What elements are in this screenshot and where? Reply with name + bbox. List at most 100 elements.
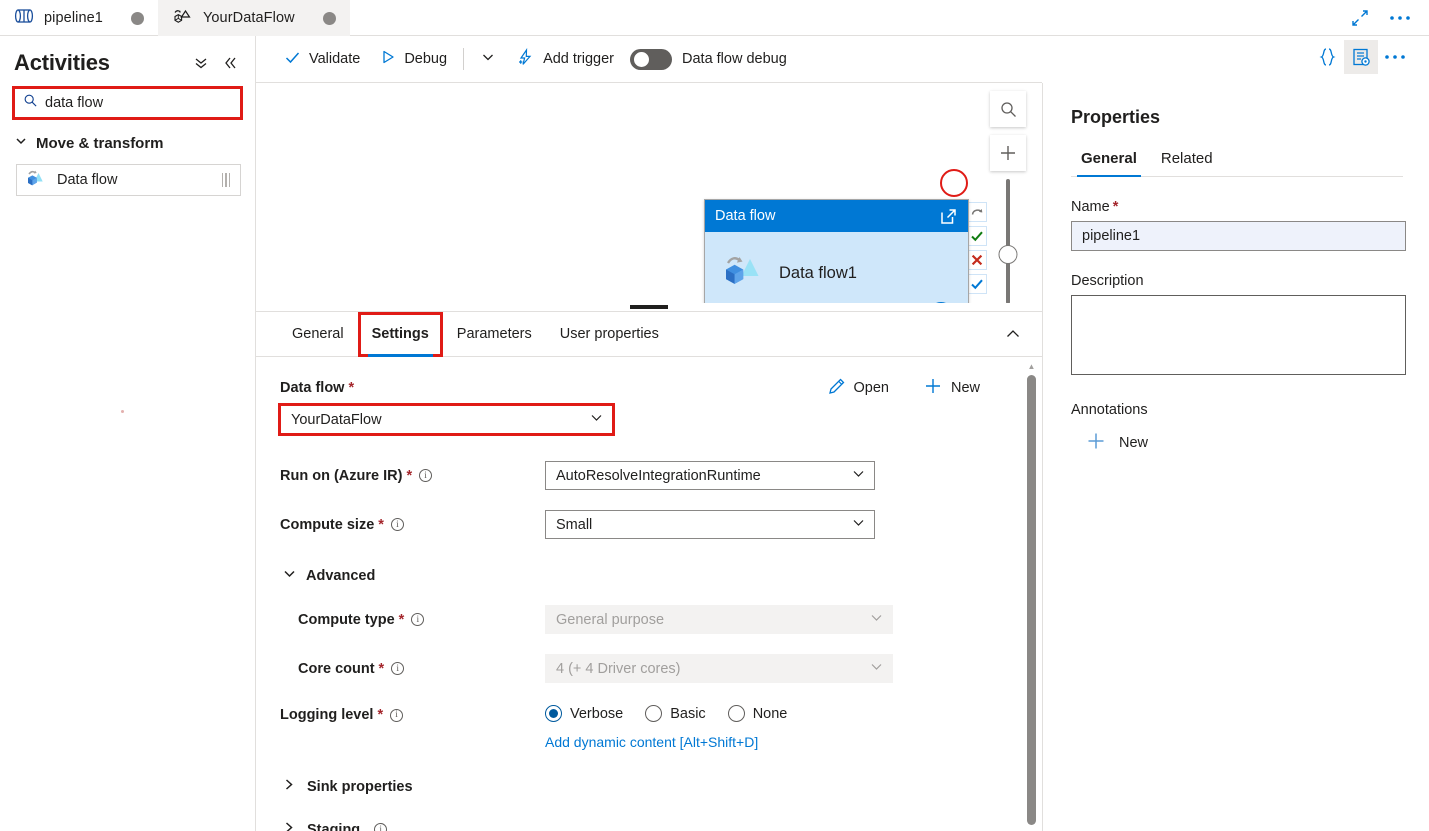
properties-tab-related[interactable]: Related xyxy=(1151,150,1223,176)
properties-panel-icon[interactable] xyxy=(1344,40,1378,74)
completion-icon[interactable] xyxy=(967,274,987,294)
tab-settings[interactable]: Settings xyxy=(358,312,443,357)
run-on-value: AutoResolveIntegrationRuntime xyxy=(556,468,761,484)
info-icon[interactable]: i xyxy=(411,613,424,626)
annotations-label: Annotations xyxy=(1071,402,1403,418)
settings-scrollbar[interactable]: ▲ xyxy=(1027,367,1036,825)
tab-unsaved-dot[interactable] xyxy=(131,12,144,25)
success-icon[interactable] xyxy=(967,226,987,246)
double-chevron-left-icon[interactable] xyxy=(221,53,241,73)
info-icon[interactable]: i xyxy=(419,469,432,482)
staging-toggle[interactable]: Staging i xyxy=(282,820,1042,831)
info-icon[interactable]: i xyxy=(391,518,404,531)
canvas-toolbar: Validate Debug xyxy=(256,36,1042,83)
chevron-down-icon xyxy=(589,410,604,429)
compute-size-label-text: Compute size xyxy=(280,517,374,533)
scrollbar-thumb[interactable] xyxy=(1027,375,1036,825)
logging-level-controls: Verbose Basic None Add dynamic content [… xyxy=(545,705,787,750)
advanced-label: Advanced xyxy=(306,568,375,584)
compute-size-select[interactable]: Small xyxy=(545,510,875,539)
required-marker: * xyxy=(378,517,384,533)
window-actions xyxy=(1343,0,1429,35)
compute-size-value: Small xyxy=(556,517,592,533)
activities-title: Activities xyxy=(14,50,110,76)
more-options-icon[interactable] xyxy=(1383,1,1417,35)
tab-unsaved-dot[interactable] xyxy=(323,12,336,25)
data-flow-debug-toggle[interactable] xyxy=(630,49,672,70)
sink-properties-label: Sink properties xyxy=(307,779,413,795)
canvas-controls xyxy=(990,91,1026,304)
search-icon xyxy=(23,93,38,113)
new-label: New xyxy=(951,380,980,396)
advanced-section-toggle[interactable]: Advanced xyxy=(282,566,1042,585)
debug-button[interactable]: Debug xyxy=(370,43,457,75)
drag-handle-icon[interactable] xyxy=(222,173,235,187)
add-annotation-label: New xyxy=(1119,435,1148,451)
pipeline-activity-node[interactable]: Data flow xyxy=(704,199,969,311)
activity-item-data-flow[interactable]: Data flow xyxy=(16,164,241,196)
zoom-slider[interactable] xyxy=(1006,179,1010,304)
zoom-slider-thumb[interactable] xyxy=(999,245,1018,264)
pipeline-description-textarea[interactable] xyxy=(1071,295,1406,375)
radio-none[interactable]: None xyxy=(728,705,788,722)
info-icon[interactable]: i xyxy=(390,709,403,722)
run-on-field: Run on (Azure IR) * i AutoResolveIntegra… xyxy=(256,461,1042,490)
data-flow-select[interactable]: YourDataFlow xyxy=(280,405,613,434)
code-braces-icon[interactable] xyxy=(1310,40,1344,74)
tab-parameters[interactable]: Parameters xyxy=(443,312,546,357)
canvas-panel-splitter[interactable] xyxy=(256,303,1042,311)
add-trigger-button[interactable]: Add trigger xyxy=(506,43,624,75)
activities-group-label: Move & transform xyxy=(36,135,164,152)
data-flow-value: YourDataFlow xyxy=(291,412,382,428)
failure-icon[interactable] xyxy=(967,250,987,270)
add-annotation-button[interactable]: New xyxy=(1085,430,1403,456)
radio-verbose[interactable]: Verbose xyxy=(545,705,623,722)
pipeline-name-input[interactable] xyxy=(1071,221,1406,251)
activity-settings-panel: General Settings Parameters User propert… xyxy=(256,311,1042,831)
lightning-bolt-icon xyxy=(516,48,535,71)
document-tab-label: pipeline1 xyxy=(44,10,103,26)
more-options-icon[interactable] xyxy=(1378,40,1412,74)
run-on-select[interactable]: AutoResolveIntegrationRuntime xyxy=(545,461,875,490)
info-icon[interactable]: i xyxy=(374,823,387,831)
double-chevron-down-icon[interactable] xyxy=(191,53,211,73)
data-flow-label: Data flow * xyxy=(280,380,354,396)
activities-group-move-transform[interactable]: Move & transform xyxy=(14,134,241,152)
chevron-up-icon[interactable] xyxy=(1004,325,1022,343)
compute-type-label-text: Compute type xyxy=(298,612,395,628)
open-new-window-icon[interactable] xyxy=(939,207,958,226)
expand-icon[interactable] xyxy=(1343,1,1377,35)
tab-general[interactable]: General xyxy=(278,312,358,357)
sink-properties-toggle[interactable]: Sink properties xyxy=(282,777,1042,796)
properties-tab-general[interactable]: General xyxy=(1071,150,1147,176)
decorative-dot xyxy=(121,410,124,413)
open-data-flow-button[interactable]: Open xyxy=(827,377,889,400)
activities-search-box[interactable] xyxy=(14,88,241,118)
validate-button[interactable]: Validate xyxy=(274,43,370,75)
document-tab-yourdataflow[interactable]: YourDataFlow xyxy=(158,0,350,36)
plus-icon[interactable] xyxy=(990,135,1026,171)
core-count-field: Core count * i 4 (+ 4 Driver cores) xyxy=(256,654,1042,683)
core-count-select: 4 (+ 4 Driver cores) xyxy=(545,654,893,683)
scroll-up-arrow-icon[interactable]: ▲ xyxy=(1027,363,1036,371)
compute-size-label: Compute size * i xyxy=(280,517,545,533)
zoom-search-icon[interactable] xyxy=(990,91,1026,127)
add-dynamic-content-link[interactable]: Add dynamic content [Alt+Shift+D] xyxy=(545,734,787,750)
pipeline-canvas[interactable]: Data flow xyxy=(256,83,1042,311)
compute-type-value: General purpose xyxy=(556,612,664,628)
new-data-flow-button[interactable]: New xyxy=(923,376,980,400)
retry-icon[interactable] xyxy=(967,202,987,222)
debug-dropdown-button[interactable] xyxy=(470,43,506,75)
validate-label: Validate xyxy=(309,51,360,67)
toggle-knob xyxy=(634,52,649,67)
open-label: Open xyxy=(854,380,889,396)
info-icon[interactable]: i xyxy=(391,662,404,675)
data-flow-label-text: Data flow xyxy=(280,380,344,396)
activity-item-label: Data flow xyxy=(57,172,117,188)
annotation-circle xyxy=(940,169,968,197)
core-count-label-text: Core count xyxy=(298,661,375,677)
tab-user-properties[interactable]: User properties xyxy=(546,312,673,357)
document-tab-pipeline1[interactable]: pipeline1 xyxy=(0,0,158,36)
radio-basic[interactable]: Basic xyxy=(645,705,705,722)
search-input[interactable] xyxy=(45,95,232,111)
